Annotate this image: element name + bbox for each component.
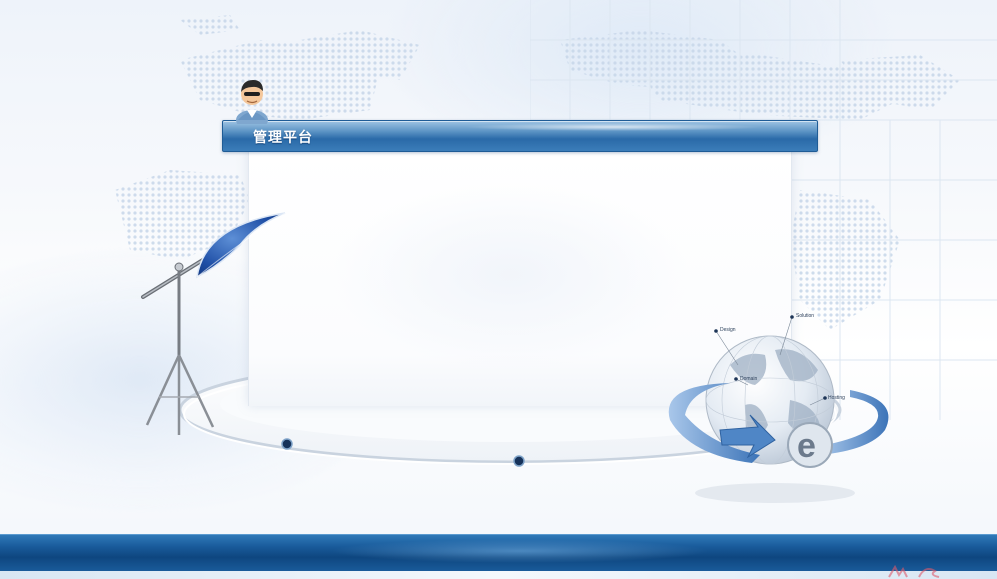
svg-text:e: e — [797, 427, 816, 465]
corner-watermark-mark — [888, 564, 940, 578]
stage-marker-dot-center — [513, 455, 525, 467]
bottom-strip — [0, 571, 997, 579]
bottom-bar — [0, 534, 997, 572]
panel-title-bar: 管理平台 — [222, 120, 818, 152]
studio-umbrella-light-icon — [141, 212, 286, 435]
globe-label-design: Design — [720, 327, 736, 333]
user-avatar-icon — [236, 80, 268, 124]
page-title: 管理平台 — [253, 130, 313, 146]
login-background: 管理平台 e Design Solution Domain Hosting — [0, 0, 997, 579]
globe-label-solution: Solution — [796, 313, 815, 319]
globe-label-hosting: Hosting — [828, 395, 845, 401]
internet-globe-e-icon: e Design Solution Domain Hosting — [650, 305, 910, 505]
globe-label-domain: Domain — [740, 376, 758, 382]
panel-faded-logo — [330, 180, 690, 370]
